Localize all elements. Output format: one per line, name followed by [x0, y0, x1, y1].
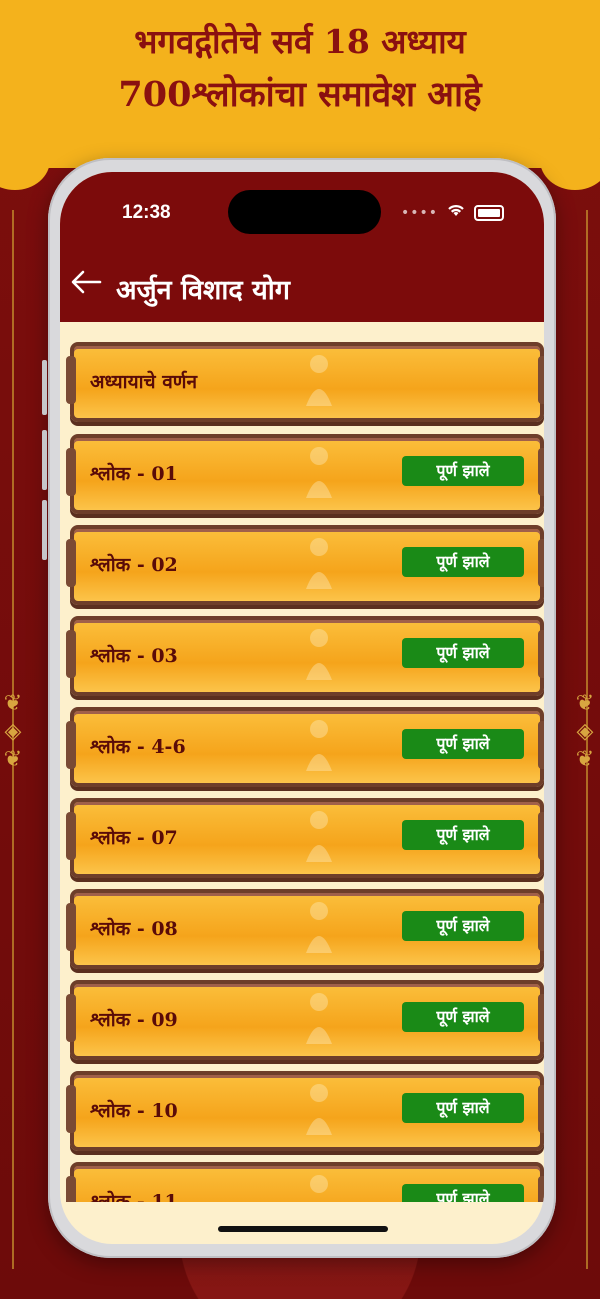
- krishna-watermark-icon: [306, 538, 332, 589]
- phone-side-button: [42, 360, 47, 415]
- krishna-watermark-icon: [306, 1084, 332, 1135]
- banner-subheadline: 700श्लोकांचा समावेश आहे: [118, 74, 482, 115]
- shloka-label: श्लोक - 03: [90, 645, 178, 667]
- phone-side-button: [42, 500, 47, 560]
- krishna-watermark-icon: [306, 355, 332, 406]
- shloka-label: श्लोक - 10: [90, 1100, 178, 1122]
- shloka-label: श्लोक - 11: [90, 1191, 178, 1202]
- banner-headline: भगवद्गीतेचे सर्व 18 अध्याय: [134, 22, 466, 61]
- ornament-left-icon: ❦ ◈ ❦: [3, 691, 23, 772]
- wifi-icon: [446, 202, 466, 223]
- dynamic-island: [228, 190, 381, 234]
- completed-button[interactable]: पूर्ण झाले: [402, 911, 524, 941]
- card-label: अध्यायाचे वर्णन: [90, 371, 198, 393]
- completed-button[interactable]: पूर्ण झाले: [402, 456, 524, 486]
- ornament-right-icon: ❦ ◈ ❦: [575, 691, 595, 772]
- shloka-card[interactable]: श्लोक - 10 पूर्ण झाले: [66, 1071, 544, 1151]
- krishna-watermark-icon: [306, 811, 332, 862]
- status-icons: ••••: [401, 202, 504, 223]
- cellular-signal-icon: ••••: [400, 204, 438, 221]
- shloka-card[interactable]: श्लोक - 01 पूर्ण झाले: [66, 434, 544, 514]
- completed-button[interactable]: पूर्ण झाले: [402, 638, 524, 668]
- shloka-card[interactable]: श्लोक - 11 पूर्ण झाले: [66, 1162, 544, 1202]
- completed-button[interactable]: पूर्ण झाले: [402, 1093, 524, 1123]
- krishna-watermark-icon: [306, 447, 332, 498]
- completed-button[interactable]: पूर्ण झाले: [402, 729, 524, 759]
- krishna-watermark-icon: [306, 720, 332, 771]
- battery-icon: [474, 204, 504, 221]
- page-title: अर्जुन विशाद योग: [116, 275, 290, 306]
- shloka-card[interactable]: श्लोक - 09 पूर्ण झाले: [66, 980, 544, 1060]
- app-screen: 12:38 •••• अर्जुन विशाद योग अध्यायाचे वर…: [60, 172, 544, 1244]
- shloka-card[interactable]: श्लोक - 4-6 पूर्ण झाले: [66, 707, 544, 787]
- krishna-watermark-icon: [310, 1175, 328, 1193]
- phone-side-button: [42, 430, 47, 490]
- completed-button[interactable]: पूर्ण झाले: [402, 1002, 524, 1032]
- app-bar: 12:38 •••• अर्जुन विशाद योग: [60, 172, 544, 322]
- krishna-watermark-icon: [306, 993, 332, 1044]
- completed-button[interactable]: पूर्ण झाले: [402, 1184, 524, 1202]
- shloka-card[interactable]: श्लोक - 03 पूर्ण झाले: [66, 616, 544, 696]
- status-time: 12:38: [122, 202, 171, 223]
- completed-button[interactable]: पूर्ण झाले: [402, 547, 524, 577]
- shloka-label: श्लोक - 07: [90, 827, 178, 849]
- krishna-watermark-icon: [306, 902, 332, 953]
- home-indicator: [218, 1226, 388, 1232]
- shloka-list: अध्यायाचे वर्णन श्लोक - 01 पूर्ण झाले श्लो…: [60, 322, 544, 1202]
- shloka-label: श्लोक - 08: [90, 918, 178, 940]
- chapter-description-card[interactable]: अध्यायाचे वर्णन: [66, 342, 544, 422]
- arrow-left-icon[interactable]: [70, 268, 102, 303]
- shloka-label: श्लोक - 09: [90, 1009, 178, 1031]
- shloka-label: श्लोक - 02: [90, 554, 178, 576]
- shloka-label: श्लोक - 4-6: [90, 736, 186, 758]
- krishna-watermark-icon: [306, 629, 332, 680]
- shloka-card[interactable]: श्लोक - 07 पूर्ण झाले: [66, 798, 544, 878]
- shloka-label: श्लोक - 01: [90, 463, 178, 485]
- completed-button[interactable]: पूर्ण झाले: [402, 820, 524, 850]
- shloka-card[interactable]: श्लोक - 08 पूर्ण झाले: [66, 889, 544, 969]
- shloka-card[interactable]: श्लोक - 02 पूर्ण झाले: [66, 525, 544, 605]
